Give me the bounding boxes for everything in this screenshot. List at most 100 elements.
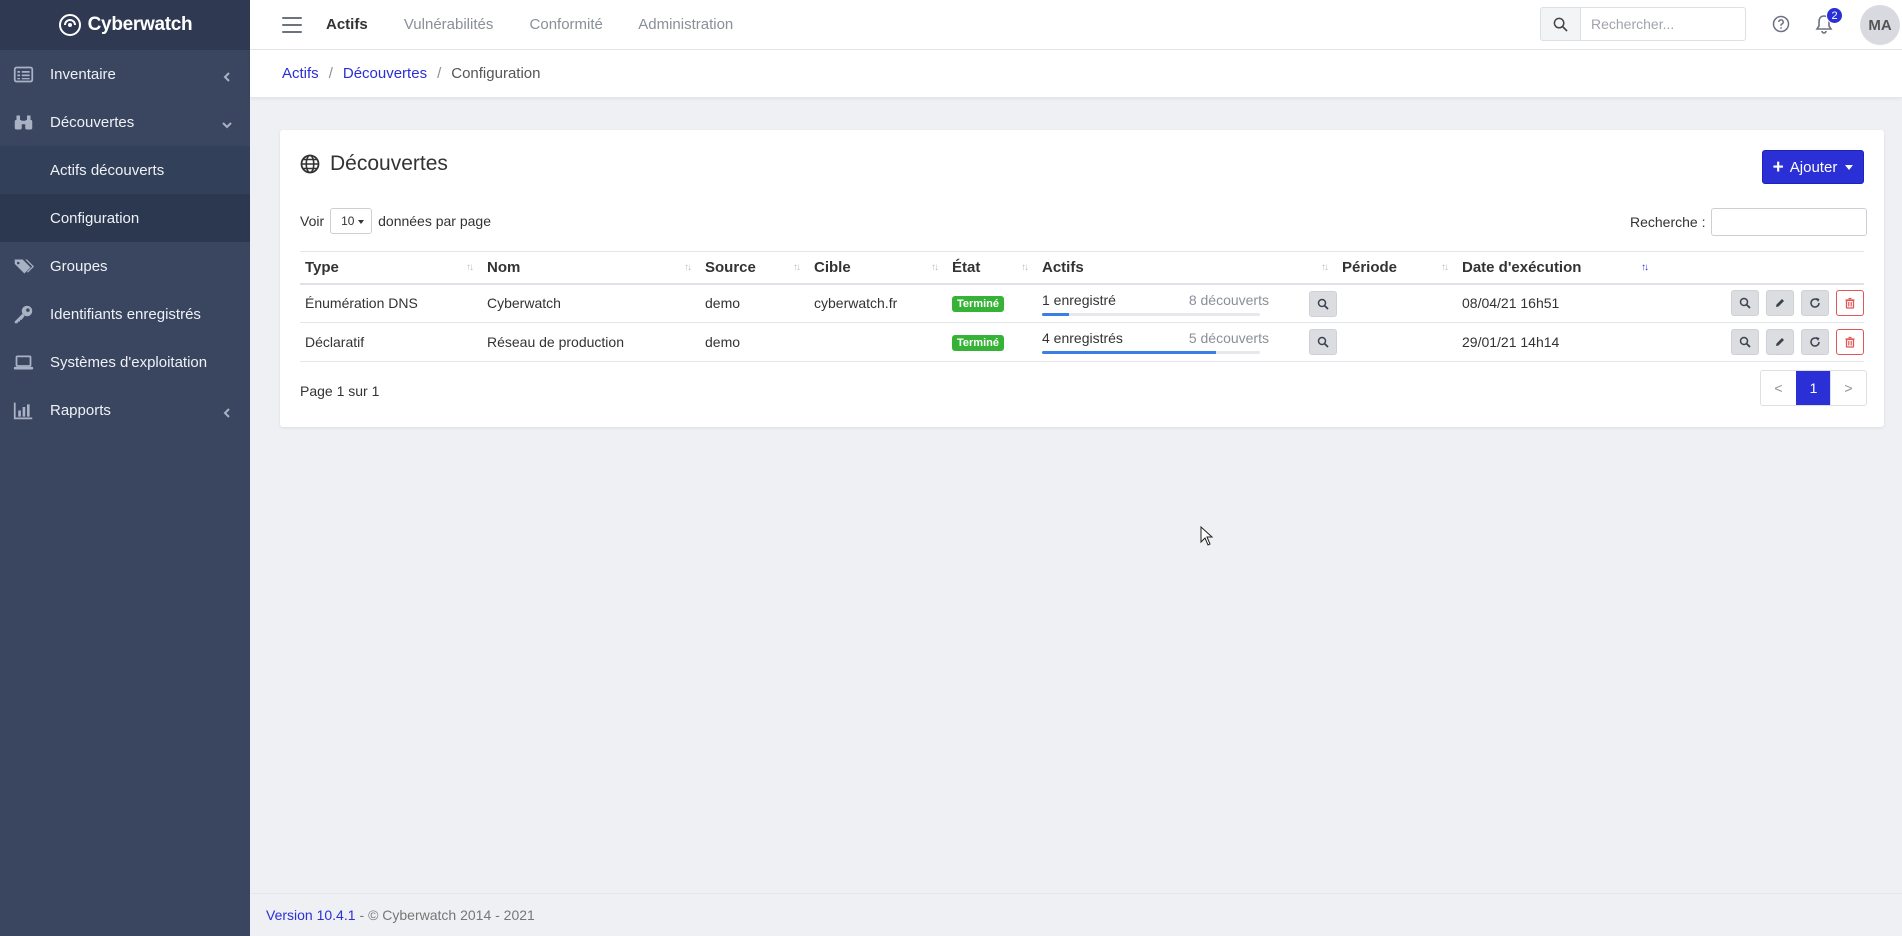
view-actifs-button[interactable]	[1309, 290, 1337, 317]
actifs-enregistres[interactable]: 1 enregistré	[1042, 292, 1116, 308]
sidebar-item-rapports[interactable]: Rapports	[0, 386, 250, 434]
sidebar-item-inventaire[interactable]: Inventaire	[0, 50, 250, 98]
sidebar-item-label: Systèmes d'exploitation	[50, 353, 208, 371]
delete-button[interactable]	[1836, 329, 1864, 355]
column-header-nom[interactable]: Nom ↑↓	[482, 251, 700, 285]
sidebar-item-groupes[interactable]: Groupes	[0, 242, 250, 290]
edit-button[interactable]	[1766, 290, 1795, 317]
search-icon	[1553, 17, 1568, 32]
top-navigation: Actifs Vulnérabilités Conformité Adminis…	[326, 16, 765, 33]
column-header-cible[interactable]: Cible ↑↓	[809, 251, 947, 285]
mouse-cursor-icon	[1200, 526, 1214, 546]
column-header-actifs[interactable]: Actifs ↑↓	[1037, 251, 1337, 285]
edit-button[interactable]	[1766, 329, 1795, 355]
column-header-type[interactable]: Type ↑↓	[300, 251, 482, 285]
version-link[interactable]: Version 10.4.1	[266, 907, 356, 923]
sidebar-item-systemes[interactable]: Systèmes d'exploitation	[0, 338, 250, 386]
sidebar-item-label: Inventaire	[50, 65, 116, 83]
cell-actifs: 4 enregistrés 5 découverts	[1037, 322, 1337, 362]
add-button[interactable]: + Ajouter	[1762, 150, 1864, 184]
page-length-control: Voir 10 données par page	[300, 208, 491, 234]
cell-type: Énumération DNS	[300, 283, 482, 323]
cell-cible	[809, 322, 947, 362]
breadcrumb: Actifs / Découvertes / Configuration	[250, 50, 1902, 98]
sidebar-subitem-configuration[interactable]: Configuration	[0, 194, 250, 242]
topnav-actifs[interactable]: Actifs	[326, 16, 368, 33]
sort-icon: ↑↓	[793, 262, 801, 273]
sort-icon: ↑↓	[931, 262, 939, 273]
global-search-input[interactable]	[1581, 8, 1741, 40]
cell-etat: Terminé	[947, 283, 1037, 323]
copyright-text: - © Cyberwatch 2014 - 2021	[359, 907, 535, 923]
notification-badge: 2	[1826, 7, 1843, 24]
table-search-input[interactable]	[1711, 208, 1868, 236]
sidebar-subitem-actifs-decouverts[interactable]: Actifs découverts	[0, 146, 250, 194]
view-button[interactable]	[1731, 329, 1760, 355]
pagination-prev[interactable]: <	[1761, 371, 1796, 405]
sidebar-item-label: Groupes	[50, 257, 108, 275]
help-icon[interactable]	[1772, 15, 1790, 33]
rerun-button[interactable]	[1801, 290, 1830, 317]
rerun-button[interactable]	[1801, 329, 1830, 355]
actifs-enregistres[interactable]: 4 enregistrés	[1042, 330, 1123, 346]
table-row: Énumération DNS Cyberwatch demo cyberwat…	[300, 283, 1864, 323]
footer: Version 10.4.1 - © Cyberwatch 2014 - 202…	[250, 893, 1902, 936]
column-header-source[interactable]: Source ↑↓	[700, 251, 809, 285]
actifs-progress-bar	[1042, 351, 1260, 354]
column-header-periode[interactable]: Période ↑↓	[1337, 251, 1457, 285]
sidebar-item-identifiants[interactable]: Identifiants enregistrés	[0, 290, 250, 338]
sort-icon: ↑↓	[466, 262, 474, 273]
breadcrumb-decouvertes[interactable]: Découvertes	[343, 65, 427, 82]
refresh-icon	[1810, 337, 1820, 347]
page-title: Découvertes	[300, 152, 448, 176]
pagination-info: Page 1 sur 1	[300, 383, 380, 399]
table-search: Recherche :	[1630, 208, 1868, 236]
refresh-icon	[1810, 298, 1820, 309]
table-header-row: Type ↑↓ Nom ↑↓ Source ↑↓ Cible ↑↓ État ↑↓ Act…	[300, 251, 1864, 285]
tags-icon	[12, 255, 34, 277]
topnav-conformite[interactable]: Conformité	[530, 16, 603, 33]
voir-label: Voir	[300, 213, 325, 229]
delete-button[interactable]	[1836, 290, 1864, 317]
pagination-page-1[interactable]: 1	[1796, 371, 1831, 405]
search-button[interactable]	[1541, 8, 1581, 40]
page-title-text: Découvertes	[330, 152, 448, 175]
status-badge: Terminé	[952, 335, 1004, 351]
chevron-down-icon	[222, 117, 232, 129]
cell-periode	[1337, 283, 1457, 323]
pencil-icon	[1776, 338, 1785, 346]
table-row: Déclaratif Réseau de production demo Ter…	[300, 322, 1864, 362]
actifs-decouverts[interactable]: 5 découverts	[1189, 330, 1269, 346]
plus-icon: +	[1772, 156, 1784, 178]
sort-icon: ↑↓	[1321, 262, 1329, 273]
sidebar-item-label: Découvertes	[50, 113, 135, 131]
brand-logo[interactable]: Cyberwatch	[0, 0, 250, 50]
column-header-date[interactable]: Date d'exécution ↑↓	[1457, 251, 1657, 285]
sort-icon: ↑↓	[1441, 262, 1449, 273]
topnav-administration[interactable]: Administration	[638, 16, 733, 33]
topbar: Actifs Vulnérabilités Conformité Adminis…	[250, 0, 1902, 50]
hamburger-menu-icon[interactable]	[282, 16, 302, 33]
column-header-etat[interactable]: État ↑↓	[947, 251, 1037, 285]
laptop-icon	[12, 351, 34, 373]
cell-nom: Réseau de production	[482, 322, 700, 362]
breadcrumb-actifs[interactable]: Actifs	[282, 65, 319, 82]
sidebar-item-decouvertes[interactable]: Découvertes	[0, 98, 250, 146]
view-button[interactable]	[1731, 290, 1760, 317]
pagination: < 1 >	[1760, 370, 1867, 406]
page-length-select[interactable]: 10	[330, 208, 373, 234]
avatar[interactable]: MA	[1860, 5, 1900, 45]
topnav-vulnerabilites[interactable]: Vulnérabilités	[404, 16, 494, 33]
status-badge: Terminé	[952, 296, 1004, 313]
cell-type: Déclaratif	[300, 322, 482, 362]
cell-actifs: 1 enregistré 8 découverts	[1037, 283, 1337, 323]
breadcrumb-current: Configuration	[451, 65, 541, 82]
cyberwatch-logo-icon	[58, 14, 81, 36]
cell-periode	[1337, 322, 1457, 362]
view-actifs-button[interactable]	[1309, 329, 1337, 355]
breadcrumb-separator: /	[328, 65, 333, 82]
actifs-decouverts[interactable]: 8 découverts	[1189, 292, 1269, 308]
cell-source: demo	[700, 283, 809, 323]
actifs-progress-bar	[1042, 312, 1260, 316]
pagination-next[interactable]: >	[1831, 371, 1866, 405]
